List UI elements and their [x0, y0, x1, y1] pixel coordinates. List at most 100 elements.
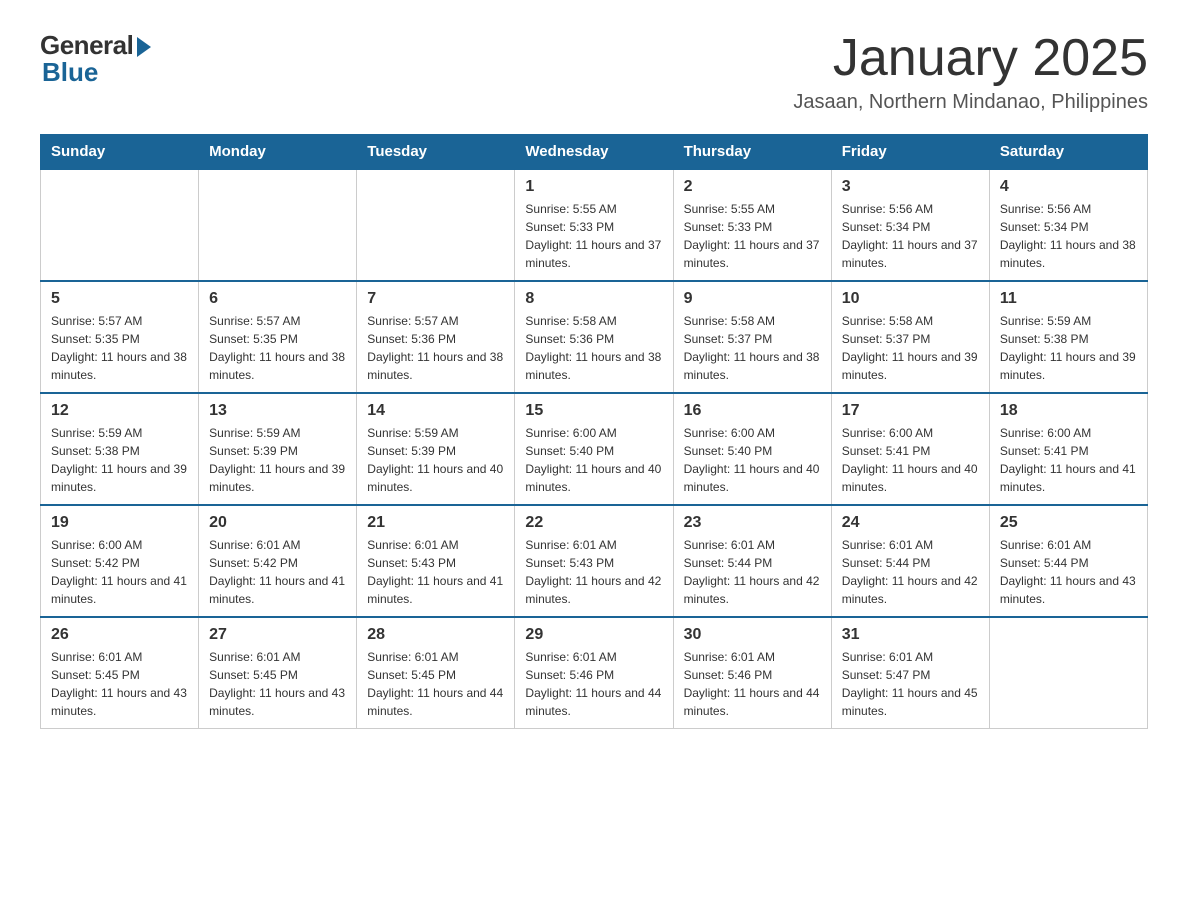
day-info: Sunrise: 5:55 AMSunset: 5:33 PMDaylight:… [684, 200, 821, 272]
day-info: Sunrise: 6:01 AMSunset: 5:44 PMDaylight:… [1000, 536, 1137, 608]
calendar-cell: 1Sunrise: 5:55 AMSunset: 5:33 PMDaylight… [515, 169, 673, 281]
calendar-cell: 24 Sunrise: 6:01 AMSunset: 5:44 PMDayligh… [831, 505, 989, 617]
day-number: 31 [842, 626, 979, 644]
day-number: 24 [842, 514, 979, 532]
day-info: Sunrise: 6:01 AMSunset: 5:47 PMDaylight:… [842, 648, 979, 720]
day-number: 12 [51, 402, 188, 420]
day-number: 8 [525, 290, 662, 308]
calendar-cell: 27 Sunrise: 6:01 AMSunset: 5:45 PMDayligh… [199, 617, 357, 729]
day-number: 15 [525, 402, 662, 420]
day-number: 11 [1000, 290, 1137, 308]
day-number: 6 [209, 290, 346, 308]
day-info: Sunrise: 6:00 AMSunset: 5:40 PMDaylight:… [684, 424, 821, 496]
day-number: 10 [842, 290, 979, 308]
calendar-week-row-2: 5 Sunrise: 5:57 AMSunset: 5:35 PMDaylight… [41, 281, 1148, 393]
calendar-cell: 11 Sunrise: 5:59 AMSunset: 5:38 PMDayligh… [989, 281, 1147, 393]
calendar-cell: 15 Sunrise: 6:00 AMSunset: 5:40 PMDayligh… [515, 393, 673, 505]
calendar-cell: 20 Sunrise: 6:01 AMSunset: 5:42 PMDayligh… [199, 505, 357, 617]
logo: General Blue [40, 30, 151, 88]
calendar-cell: 13 Sunrise: 5:59 AMSunset: 5:39 PMDayligh… [199, 393, 357, 505]
day-number: 30 [684, 626, 821, 644]
day-number: 14 [367, 402, 504, 420]
day-info: Sunrise: 5:57 AMSunset: 5:35 PMDaylight:… [51, 312, 188, 384]
day-info: Sunrise: 6:00 AMSunset: 5:42 PMDaylight:… [51, 536, 188, 608]
calendar-week-row-1: 1Sunrise: 5:55 AMSunset: 5:33 PMDaylight… [41, 169, 1148, 281]
calendar-cell: 9 Sunrise: 5:58 AMSunset: 5:37 PMDaylight… [673, 281, 831, 393]
day-number: 19 [51, 514, 188, 532]
location-text: Jasaan, Northern Mindanao, Philippines [793, 91, 1148, 114]
calendar-cell: 8Sunrise: 5:58 AMSunset: 5:36 PMDaylight… [515, 281, 673, 393]
title-block: January 2025 Jasaan, Northern Mindanao, … [793, 30, 1148, 114]
day-info: Sunrise: 5:58 AMSunset: 5:37 PMDaylight:… [684, 312, 821, 384]
day-number: 4 [1000, 178, 1137, 196]
day-info: Sunrise: 5:59 AMSunset: 5:38 PMDaylight:… [51, 424, 188, 496]
day-number: 22 [525, 514, 662, 532]
calendar-week-row-3: 12 Sunrise: 5:59 AMSunset: 5:38 PMDayligh… [41, 393, 1148, 505]
calendar-cell: 3Sunrise: 5:56 AMSunset: 5:34 PMDaylight… [831, 169, 989, 281]
calendar-table: Sunday Monday Tuesday Wednesday Thursday… [40, 134, 1148, 729]
day-info: Sunrise: 5:59 AMSunset: 5:39 PMDaylight:… [367, 424, 504, 496]
calendar-cell: 7Sunrise: 5:57 AMSunset: 5:36 PMDaylight… [357, 281, 515, 393]
calendar-cell: 28 Sunrise: 6:01 AMSunset: 5:45 PMDayligh… [357, 617, 515, 729]
day-info: Sunrise: 6:01 AMSunset: 5:44 PMDaylight:… [684, 536, 821, 608]
calendar-cell: 12 Sunrise: 5:59 AMSunset: 5:38 PMDayligh… [41, 393, 199, 505]
day-info: Sunrise: 5:57 AMSunset: 5:35 PMDaylight:… [209, 312, 346, 384]
page-header: General Blue January 2025 Jasaan, Northe… [40, 30, 1148, 114]
day-info: Sunrise: 6:01 AMSunset: 5:46 PMDaylight:… [525, 648, 662, 720]
day-info: Sunrise: 6:01 AMSunset: 5:45 PMDaylight:… [367, 648, 504, 720]
day-number: 27 [209, 626, 346, 644]
day-info: Sunrise: 5:59 AMSunset: 5:39 PMDaylight:… [209, 424, 346, 496]
logo-blue-text: Blue [42, 57, 98, 88]
calendar-cell: 29 Sunrise: 6:01 AMSunset: 5:46 PMDayligh… [515, 617, 673, 729]
calendar-cell: 30Sunrise: 6:01 AMSunset: 5:46 PMDayligh… [673, 617, 831, 729]
calendar-week-row-5: 26 Sunrise: 6:01 AMSunset: 5:45 PMDayligh… [41, 617, 1148, 729]
calendar-cell: 5 Sunrise: 5:57 AMSunset: 5:35 PMDaylight… [41, 281, 199, 393]
calendar-cell: 26 Sunrise: 6:01 AMSunset: 5:45 PMDayligh… [41, 617, 199, 729]
day-info: Sunrise: 6:01 AMSunset: 5:42 PMDaylight:… [209, 536, 346, 608]
day-info: Sunrise: 6:01 AMSunset: 5:43 PMDaylight:… [367, 536, 504, 608]
day-number: 7 [367, 290, 504, 308]
calendar-cell: 2 Sunrise: 5:55 AMSunset: 5:33 PMDaylight… [673, 169, 831, 281]
day-number: 28 [367, 626, 504, 644]
calendar-header-row: Sunday Monday Tuesday Wednesday Thursday… [41, 135, 1148, 170]
day-number: 29 [525, 626, 662, 644]
calendar-cell [989, 617, 1147, 729]
col-header-sunday: Sunday [41, 135, 199, 170]
calendar-cell: 6 Sunrise: 5:57 AMSunset: 5:35 PMDaylight… [199, 281, 357, 393]
day-number: 9 [684, 290, 821, 308]
day-number: 13 [209, 402, 346, 420]
day-info: Sunrise: 5:58 AMSunset: 5:37 PMDaylight:… [842, 312, 979, 384]
calendar-cell: 4 Sunrise: 5:56 AMSunset: 5:34 PMDaylight… [989, 169, 1147, 281]
calendar-cell: 25 Sunrise: 6:01 AMSunset: 5:44 PMDayligh… [989, 505, 1147, 617]
calendar-cell: 16 Sunrise: 6:00 AMSunset: 5:40 PMDayligh… [673, 393, 831, 505]
calendar-cell: 22 Sunrise: 6:01 AMSunset: 5:43 PMDayligh… [515, 505, 673, 617]
day-info: Sunrise: 5:56 AMSunset: 5:34 PMDaylight:… [1000, 200, 1137, 272]
day-number: 17 [842, 402, 979, 420]
calendar-week-row-4: 19 Sunrise: 6:00 AMSunset: 5:42 PMDayligh… [41, 505, 1148, 617]
logo-arrow-icon [137, 37, 151, 57]
calendar-cell [41, 169, 199, 281]
day-info: Sunrise: 5:59 AMSunset: 5:38 PMDaylight:… [1000, 312, 1137, 384]
day-number: 16 [684, 402, 821, 420]
calendar-cell: 14 Sunrise: 5:59 AMSunset: 5:39 PMDayligh… [357, 393, 515, 505]
day-info: Sunrise: 6:00 AMSunset: 5:40 PMDaylight:… [525, 424, 662, 496]
calendar-cell: 31 Sunrise: 6:01 AMSunset: 5:47 PMDayligh… [831, 617, 989, 729]
calendar-cell: 18Sunrise: 6:00 AMSunset: 5:41 PMDayligh… [989, 393, 1147, 505]
day-info: Sunrise: 6:01 AMSunset: 5:43 PMDaylight:… [525, 536, 662, 608]
day-number: 18 [1000, 402, 1137, 420]
day-number: 20 [209, 514, 346, 532]
day-number: 26 [51, 626, 188, 644]
day-info: Sunrise: 6:01 AMSunset: 5:45 PMDaylight:… [209, 648, 346, 720]
day-info: Sunrise: 6:01 AMSunset: 5:45 PMDaylight:… [51, 648, 188, 720]
calendar-cell: 19 Sunrise: 6:00 AMSunset: 5:42 PMDayligh… [41, 505, 199, 617]
col-header-friday: Friday [831, 135, 989, 170]
day-number: 5 [51, 290, 188, 308]
col-header-monday: Monday [199, 135, 357, 170]
day-info: Sunrise: 5:56 AMSunset: 5:34 PMDaylight:… [842, 200, 979, 272]
calendar-cell: 17Sunrise: 6:00 AMSunset: 5:41 PMDayligh… [831, 393, 989, 505]
day-number: 25 [1000, 514, 1137, 532]
calendar-cell: 23Sunrise: 6:01 AMSunset: 5:44 PMDayligh… [673, 505, 831, 617]
day-number: 2 [684, 178, 821, 196]
day-info: Sunrise: 6:01 AMSunset: 5:44 PMDaylight:… [842, 536, 979, 608]
calendar-cell [199, 169, 357, 281]
